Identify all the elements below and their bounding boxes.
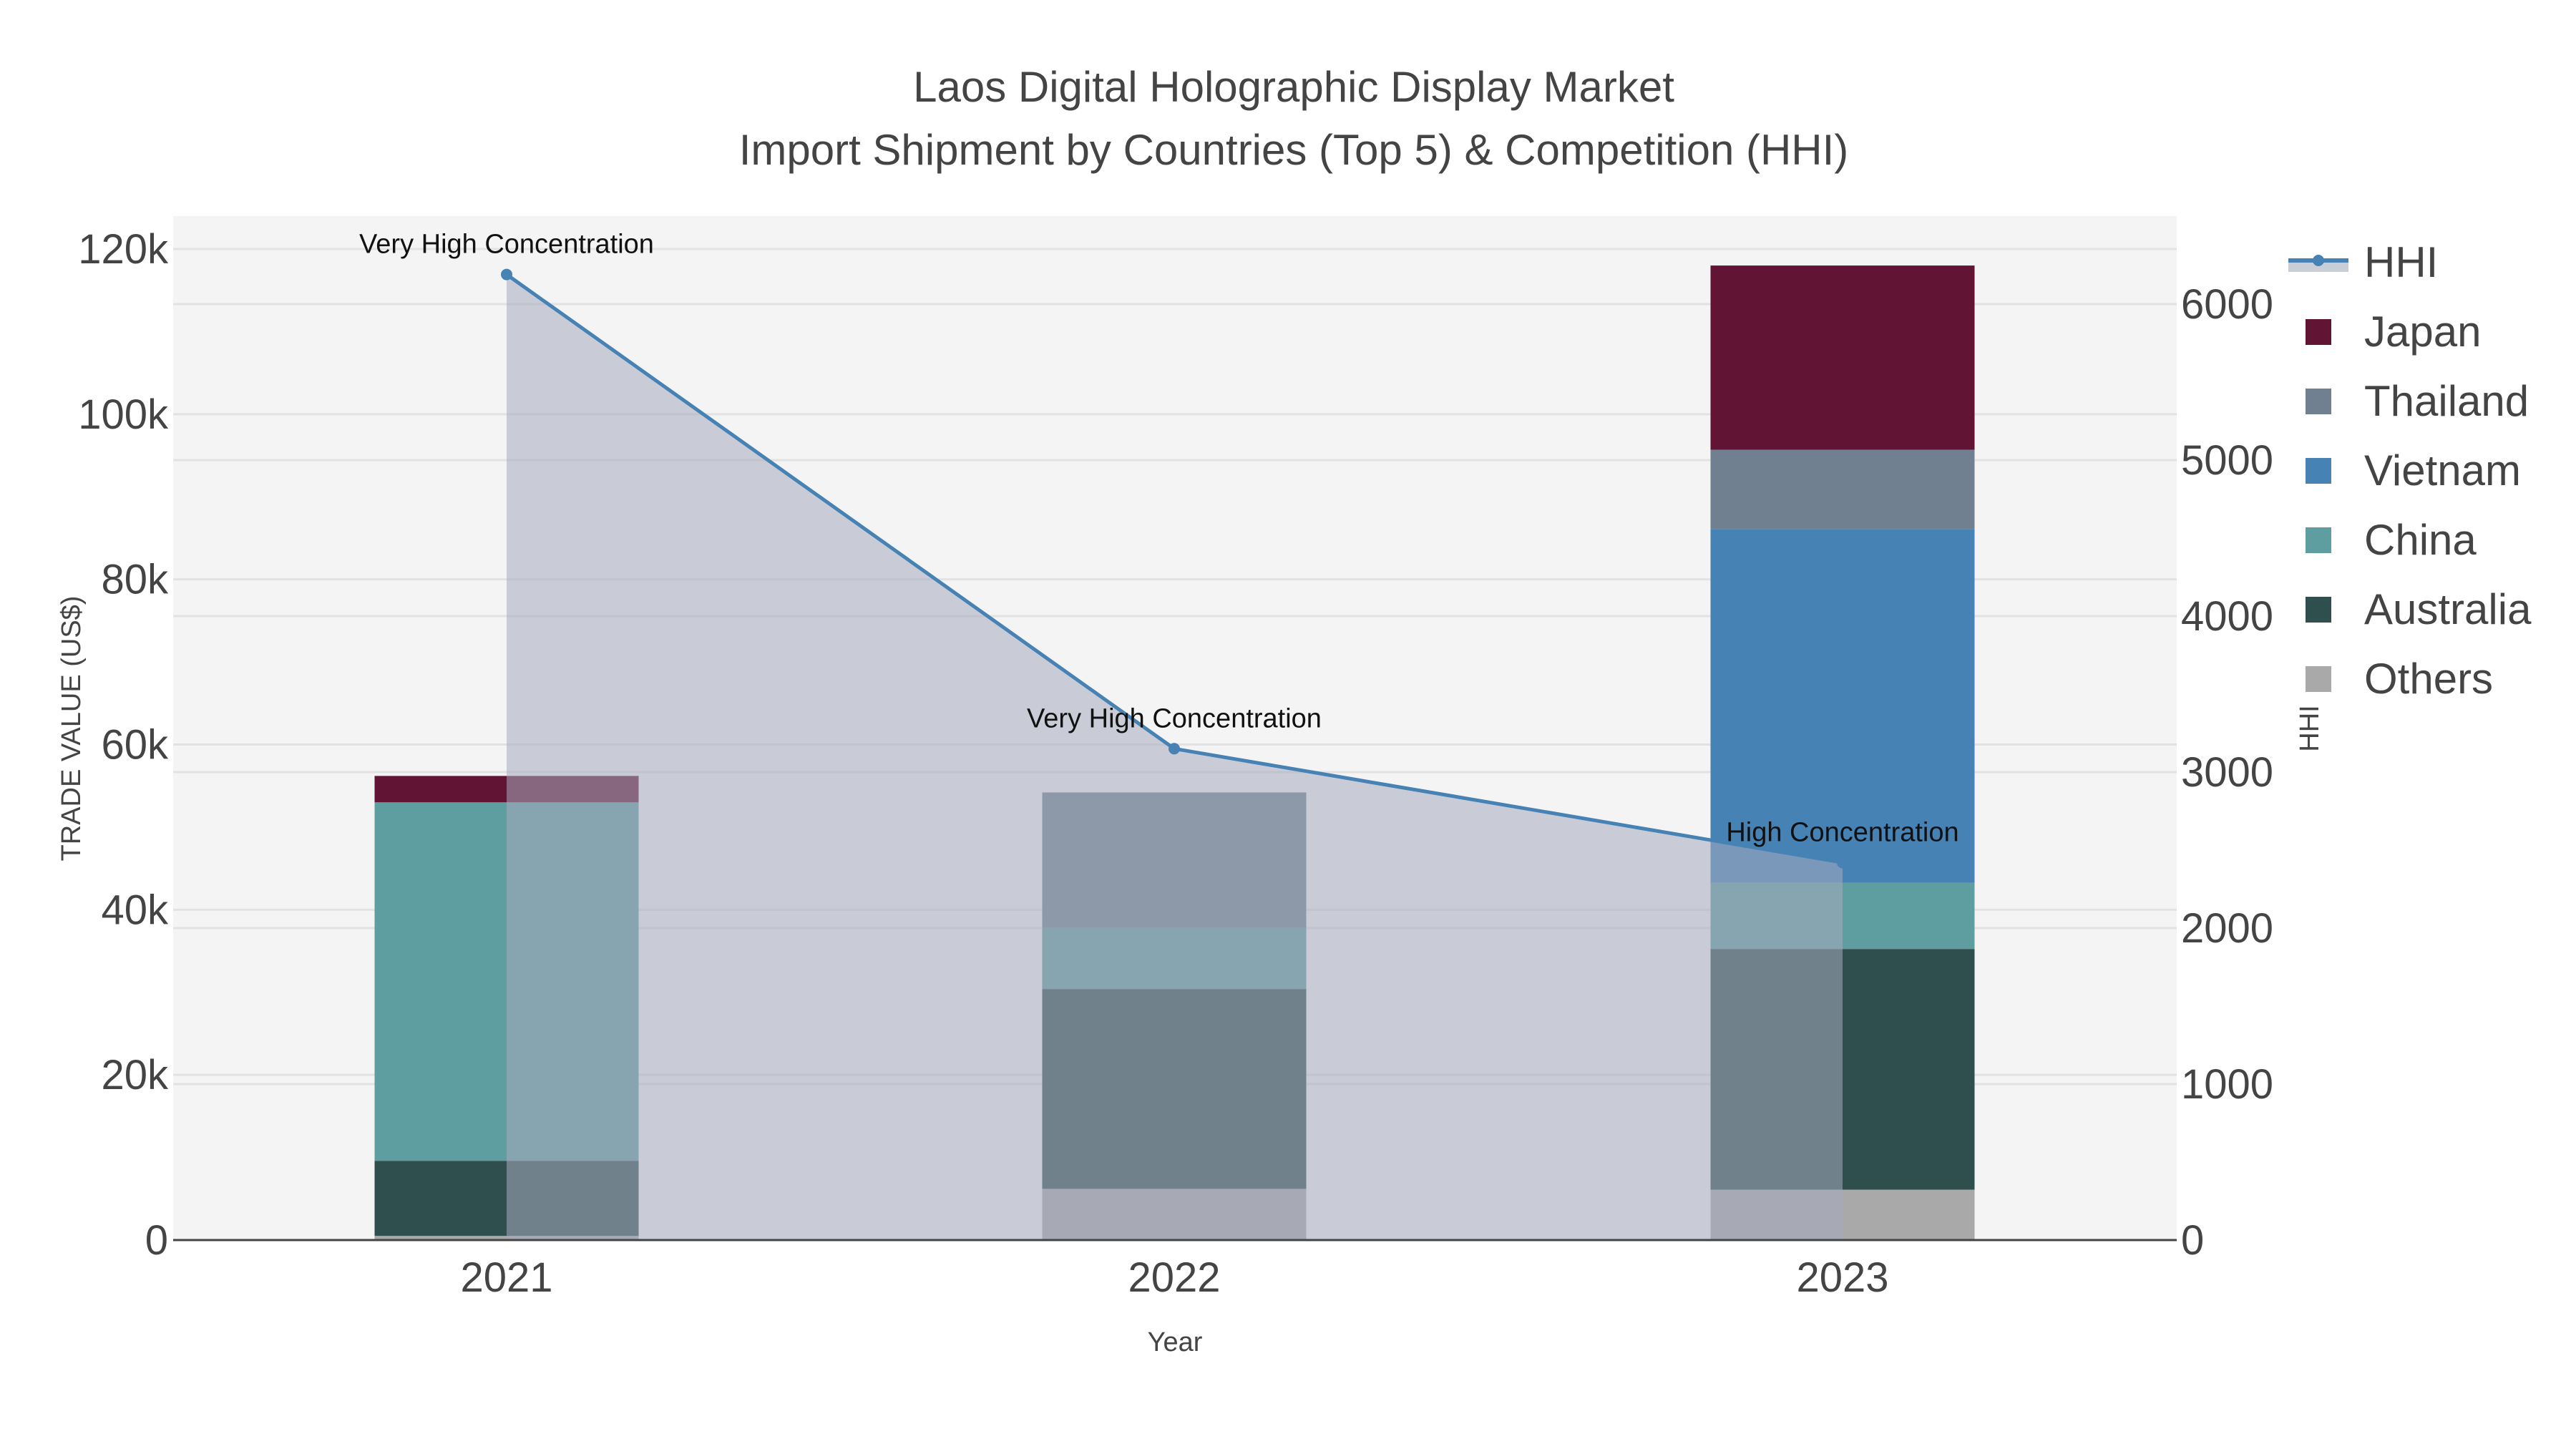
hhi-annotation: Very High Concentration <box>359 230 654 260</box>
legend-hhi-marker <box>2313 255 2324 266</box>
y-tick-label: 100k <box>78 391 169 438</box>
legend-label: Others <box>2364 655 2493 703</box>
hhi-point <box>1169 743 1180 755</box>
y-tick-label: 80k <box>101 557 169 603</box>
hhi-annotation: Very High Concentration <box>1027 703 1322 733</box>
y-axis-title: TRADE VALUE (US$) <box>57 596 87 862</box>
x-axis-title: Year <box>1148 1327 1203 1357</box>
legend-swatch <box>2306 389 2331 414</box>
legend-item-japan: Japan <box>2306 308 2481 356</box>
y-tick-label: 60k <box>101 722 169 769</box>
y-tick-label: 40k <box>101 887 169 933</box>
legend-swatch <box>2306 527 2331 553</box>
y2-tick-label: 5000 <box>2181 437 2273 484</box>
y2-tick-label: 6000 <box>2181 281 2273 328</box>
y-tick-label: 0 <box>145 1217 168 1264</box>
y2-tick-label: 2000 <box>2181 905 2273 952</box>
y2-tick-label: 4000 <box>2181 593 2273 640</box>
legend-label: HHI <box>2364 238 2438 286</box>
legend-item-vietnam: Vietnam <box>2306 447 2521 494</box>
y2-tick-label: 1000 <box>2181 1061 2273 1108</box>
y2-axis-title: HHI <box>2295 705 2325 751</box>
legend-label: Japan <box>2364 308 2481 356</box>
legend-item-others: Others <box>2306 655 2493 703</box>
legend-item-thailand: Thailand <box>2306 377 2529 425</box>
legend-swatch <box>2306 597 2331 623</box>
x-tick-label: 2021 <box>460 1254 552 1301</box>
legend-swatch <box>2306 458 2331 484</box>
legend-label: Vietnam <box>2364 447 2521 494</box>
bar-japan-2023 <box>1710 265 1975 450</box>
hhi-annotation: High Concentration <box>1726 817 1958 847</box>
x-tick-label: 2022 <box>1128 1254 1220 1301</box>
chart: Very High Concentration Very High Concent… <box>57 63 2532 1357</box>
legend-swatch <box>2306 666 2331 692</box>
y2-tick-label: 3000 <box>2181 749 2273 796</box>
legend-item-australia: Australia <box>2306 585 2532 633</box>
hhi-point <box>501 268 512 280</box>
bar-thailand-2023 <box>1710 449 1975 530</box>
legend-item-china: China <box>2306 516 2477 564</box>
legend: HHI Japan Thailand Vietnam China Australia Oth… <box>2288 238 2532 703</box>
chart-subtitle: Import Shipment by Countries (Top 5) & C… <box>739 126 1849 174</box>
chart-title: Laos Digital Holographic Display Market <box>913 63 1674 111</box>
y2-tick-label: 0 <box>2181 1217 2204 1264</box>
legend-swatch <box>2306 319 2331 345</box>
x-tick-label: 2023 <box>1796 1254 1888 1301</box>
legend-item-hhi: HHI <box>2288 238 2438 286</box>
hhi-point <box>1837 857 1848 869</box>
legend-label: Australia <box>2364 585 2532 633</box>
y-tick-label: 20k <box>101 1052 169 1098</box>
legend-label: Thailand <box>2364 377 2529 425</box>
legend-label: China <box>2364 516 2477 564</box>
y-tick-label: 120k <box>78 226 169 273</box>
